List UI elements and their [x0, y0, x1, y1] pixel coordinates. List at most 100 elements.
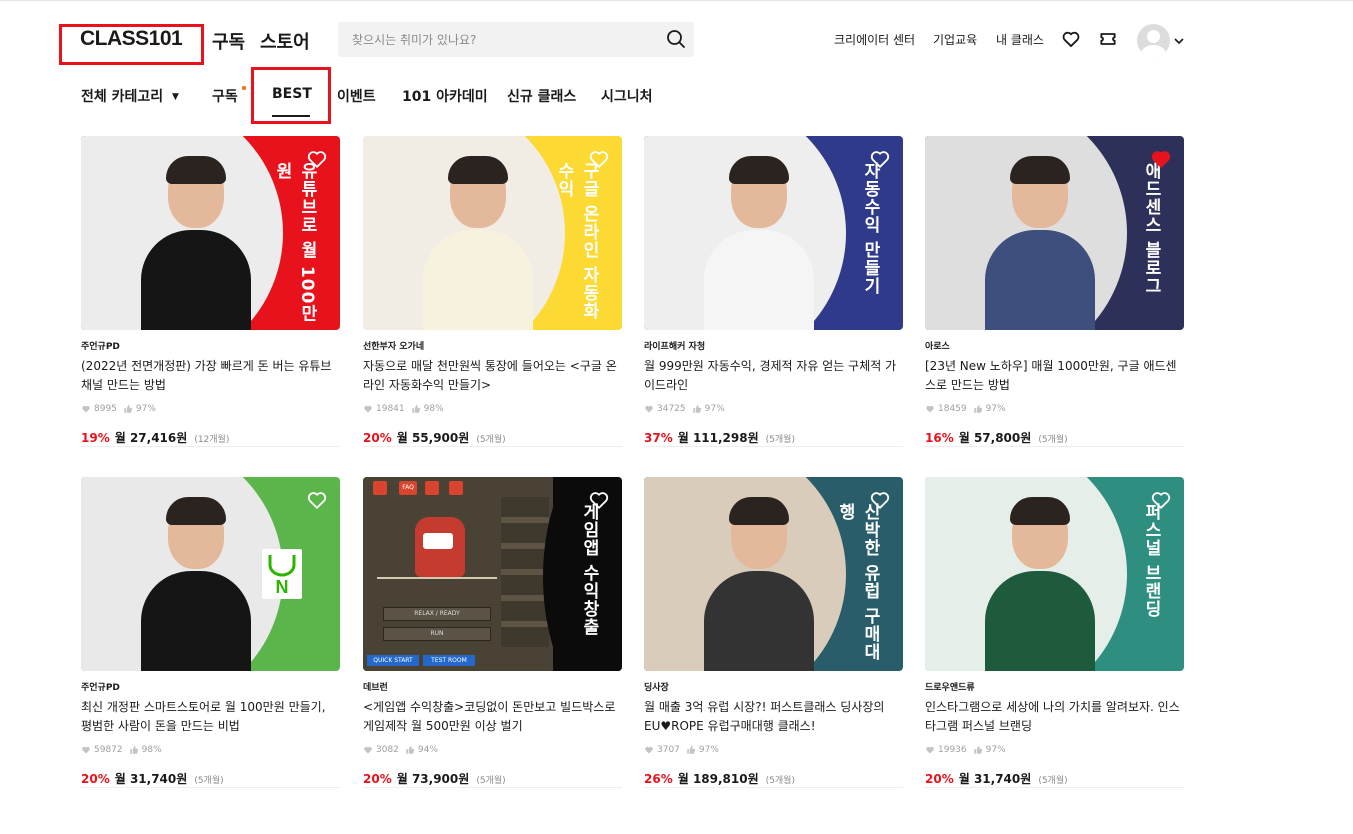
installment-months: (5개월)	[194, 776, 224, 786]
search-bar[interactable]	[338, 22, 694, 57]
installment-months: (12개월)	[194, 435, 230, 445]
wishlist-heart-icon[interactable]	[306, 148, 328, 174]
class-card[interactable]: N 주언규PD 최신 개정판 스마트스토어로 월 100만원 만들기, 평범한 …	[81, 477, 340, 788]
class-stats: 19841 98%	[363, 403, 622, 415]
thumbnail-title: 신박한 유럽 구매대행	[835, 503, 880, 661]
creator-photo	[423, 156, 533, 330]
discount-rate: 20%	[363, 772, 392, 786]
tab-signature[interactable]: 시그니처	[601, 86, 653, 106]
class-card[interactable]: 구글 온라인 자동화 수익 선한부자 오가네 자동으로 매달 천만원씩 통장에 …	[363, 136, 622, 447]
price-row: 26% 월 189,810원 (5개월)	[644, 770, 903, 788]
class-card[interactable]: 퍼스널 브랜딩 드로우앤드류 인스타그램으로 세상에 나의 가치를 알려보자. …	[925, 477, 1184, 788]
class-title[interactable]: (2022년 전면개정판) 가장 빠르게 돈 버는 유튜브 채널 만드는 방법	[81, 357, 340, 395]
class-thumbnail[interactable]: 신박한 유럽 구매대행	[644, 477, 903, 671]
class-title[interactable]: 월 매출 3억 유럽 시장?! 퍼스트클래스 딩사장의 EU♥ROPE 유럽구매…	[644, 698, 903, 736]
rating-percent: 97%	[704, 404, 725, 414]
creator-photo	[704, 497, 814, 671]
class-title[interactable]: 자동으로 매달 천만원씩 통장에 들어오는 <구글 온라인 자동화수익 만들기>	[363, 357, 622, 395]
like-count: 8995	[94, 404, 117, 414]
heart-icon[interactable]	[1061, 29, 1081, 53]
monthly-price: 월 189,810원	[677, 772, 759, 786]
like-count-icon	[926, 746, 934, 754]
wishlist-heart-icon[interactable]	[588, 489, 610, 515]
like-count: 19841	[376, 404, 405, 414]
class-stats: 59872 98%	[81, 744, 340, 756]
installment-months: (5개월)	[1038, 435, 1068, 445]
tab-subscribe[interactable]: 구독	[212, 86, 238, 106]
class-thumbnail[interactable]: 애드센스 블로그	[925, 136, 1184, 330]
like-count-icon	[82, 405, 90, 413]
creator-photo	[704, 156, 814, 330]
avatar[interactable]	[1137, 24, 1170, 57]
creator-name: 딩사장	[644, 683, 669, 693]
creator-name: 드로우앤드류	[925, 683, 975, 693]
class-thumbnail[interactable]: N	[81, 477, 340, 671]
all-categories-dropdown[interactable]: 전체 카테고리 ▼	[81, 86, 179, 106]
monthly-price: 월 73,900원	[396, 772, 470, 786]
class-thumbnail[interactable]: 자동수익 만들기	[644, 136, 903, 330]
price-row: 16% 월 57,800원 (5개월)	[925, 429, 1184, 447]
thumbs-up-icon	[692, 405, 701, 413]
class-stats: 3707 97%	[644, 744, 903, 756]
class-title[interactable]: [23년 New 노하우] 매월 1000만원, 구글 애드센스로 만드는 방법	[925, 357, 1184, 395]
nav-subscribe[interactable]: 구독	[212, 28, 245, 54]
wishlist-heart-icon[interactable]	[306, 489, 328, 515]
tab-101-academy[interactable]: 101 아카데미	[402, 86, 488, 106]
tab-new-class[interactable]: 신규 클래스	[507, 86, 576, 106]
discount-rate: 37%	[644, 431, 673, 445]
class-thumbnail[interactable]: 퍼스널 브랜딩	[925, 477, 1184, 671]
like-count-icon	[926, 405, 934, 413]
creator-center-link[interactable]: 크리에이터 센터	[834, 31, 915, 48]
svg-text:N: N	[276, 577, 289, 597]
class-title[interactable]: <게임앱 수익창출>코딩없이 돈만보고 빌드박스로 게임제작 월 500만원 이…	[363, 698, 622, 736]
class-card[interactable]: 애드센스 블로그 아로스 [23년 New 노하우] 매월 1000만원, 구글…	[925, 136, 1184, 447]
search-icon[interactable]	[666, 29, 686, 53]
class-card[interactable]: 자동수익 만들기 라이프해커 자청 월 999만원 자동수익, 경제적 자유 얻…	[644, 136, 903, 447]
creator-photo	[985, 497, 1095, 671]
class-card[interactable]: 유튜브로 월 100만원 주언규PD (2022년 전면개정판) 가장 빠르게 …	[81, 136, 340, 447]
price-row: 19% 월 27,416원 (12개월)	[81, 429, 340, 447]
creator-name: 주언규PD	[81, 683, 120, 693]
discount-rate: 20%	[363, 431, 392, 445]
chevron-down-icon[interactable]	[1173, 32, 1185, 51]
class-title[interactable]: 최신 개정판 스마트스토어로 월 100만원 만들기, 평범한 사람이 돈을 만…	[81, 698, 340, 736]
game-editor-image: FAQ RELAX / READY RUN QUICK START TEST R…	[363, 477, 553, 671]
search-input[interactable]	[338, 22, 638, 57]
installment-months: (5개월)	[765, 435, 795, 445]
highlight-box-best	[251, 67, 331, 124]
class-stats: 8995 97%	[81, 403, 340, 415]
new-dot-badge	[242, 86, 246, 90]
thumbnail-title: 자동수익 만들기	[860, 162, 880, 295]
creator-name: 주언규PD	[81, 342, 120, 352]
class-stats: 19936 97%	[925, 744, 1184, 756]
class-thumbnail[interactable]: FAQ RELAX / READY RUN QUICK START TEST R…	[363, 477, 622, 671]
rating-percent: 98%	[423, 404, 444, 414]
wishlist-heart-icon[interactable]	[869, 148, 891, 174]
like-count: 3707	[657, 745, 680, 755]
discount-rate: 20%	[925, 772, 954, 786]
like-count: 3082	[376, 745, 399, 755]
rating-percent: 97%	[985, 745, 1006, 755]
class-card[interactable]: FAQ RELAX / READY RUN QUICK START TEST R…	[363, 477, 622, 788]
wishlist-heart-icon[interactable]	[1150, 489, 1172, 515]
class-title[interactable]: 인스타그램으로 세상에 나의 가치를 알려보자. 인스타그램 퍼스널 브랜딩	[925, 698, 1184, 736]
class-title[interactable]: 월 999만원 자동수익, 경제적 자유 얻는 구체적 가이드라인	[644, 357, 903, 395]
discount-rate: 20%	[81, 772, 110, 786]
nav-store[interactable]: 스토어	[260, 28, 310, 54]
class-thumbnail[interactable]: 구글 온라인 자동화 수익	[363, 136, 622, 330]
thumbnail-title: 퍼스널 브랜딩	[1141, 503, 1161, 618]
ticket-icon[interactable]	[1098, 29, 1118, 53]
wishlist-heart-icon[interactable]	[869, 489, 891, 515]
creator-photo	[141, 497, 251, 671]
wishlist-heart-icon[interactable]	[1150, 148, 1172, 174]
price-row: 20% 월 31,740원 (5개월)	[81, 770, 340, 788]
class-thumbnail[interactable]: 유튜브로 월 100만원	[81, 136, 340, 330]
class-card[interactable]: 신박한 유럽 구매대행 딩사장 월 매출 3억 유럽 시장?! 퍼스트클래스 딩…	[644, 477, 903, 788]
like-count-icon	[645, 746, 653, 754]
rating-percent: 97%	[135, 404, 156, 414]
tab-event[interactable]: 이벤트	[337, 86, 376, 106]
wishlist-heart-icon[interactable]	[588, 148, 610, 174]
corporate-education-link[interactable]: 기업교육	[933, 31, 977, 48]
my-class-link[interactable]: 내 클래스	[996, 31, 1044, 48]
thumbnail-title: 구글 온라인 자동화 수익	[554, 162, 599, 320]
